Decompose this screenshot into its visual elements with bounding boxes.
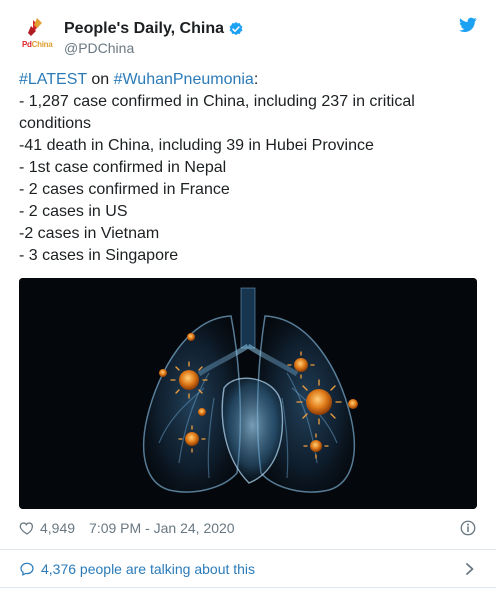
hashtag-wuhan-pneumonia[interactable]: #WuhanPneumonia bbox=[114, 71, 254, 88]
tweet-colon: : bbox=[253, 71, 259, 88]
tweet-text: #LATEST on #WuhanPneumonia: - 1,287 case… bbox=[19, 69, 479, 267]
tweet-header: PdChina People's Daily, China @PDChina bbox=[19, 14, 477, 62]
verified-badge-icon bbox=[229, 21, 243, 35]
conversation-label[interactable]: 4,376 people are talking about this bbox=[41, 561, 255, 577]
tweet-first-line: #LATEST on #WuhanPneumonia: bbox=[19, 69, 479, 91]
tweet-line: - 1st case confirmed in Nepal bbox=[19, 159, 227, 176]
account-handle[interactable]: @PDChina bbox=[64, 40, 244, 57]
tweet-media-image[interactable] bbox=[19, 278, 477, 509]
avatar[interactable]: PdChina bbox=[19, 16, 55, 52]
tweet-line: - 1,287 case confirmed in China, includi… bbox=[19, 93, 415, 110]
tweet-line: -2 cases in Vietnam bbox=[19, 225, 160, 242]
tweet-line: conditions bbox=[19, 115, 92, 132]
tweet-line: - 2 cases in US bbox=[19, 203, 128, 220]
speech-bubble-icon bbox=[20, 562, 34, 576]
like-count[interactable]: 4,949 bbox=[40, 520, 75, 536]
heart-icon[interactable] bbox=[19, 520, 35, 536]
info-icon[interactable] bbox=[459, 519, 477, 537]
twitter-bird-icon[interactable] bbox=[459, 17, 477, 33]
account-names: People's Daily, China @PDChina bbox=[64, 19, 244, 57]
lungs-xray-illustration bbox=[19, 278, 477, 509]
tweet-meta: 4,949 7:09 PM - Jan 24, 2020 bbox=[19, 518, 477, 538]
display-name[interactable]: People's Daily, China bbox=[64, 19, 224, 38]
tweet-line: - 3 cases in Singapore bbox=[19, 247, 179, 264]
divider bbox=[0, 549, 496, 550]
display-name-row[interactable]: People's Daily, China bbox=[64, 19, 244, 38]
conversation-link[interactable]: 4,376 people are talking about this bbox=[19, 558, 477, 580]
divider bbox=[0, 587, 496, 588]
chevron-right-icon[interactable] bbox=[463, 561, 477, 577]
avatar-wordmark: PdChina bbox=[22, 40, 53, 49]
tweet-card: PdChina People's Daily, China @PDChina #… bbox=[0, 0, 496, 595]
tweet-timestamp[interactable]: 7:09 PM - Jan 24, 2020 bbox=[89, 520, 235, 536]
tweet-connector: on bbox=[86, 71, 114, 88]
tweet-line: - 2 cases confirmed in France bbox=[19, 181, 230, 198]
hashtag-latest[interactable]: #LATEST bbox=[19, 71, 87, 88]
tweet-line: -41 death in China, including 39 in Hube… bbox=[19, 137, 374, 154]
